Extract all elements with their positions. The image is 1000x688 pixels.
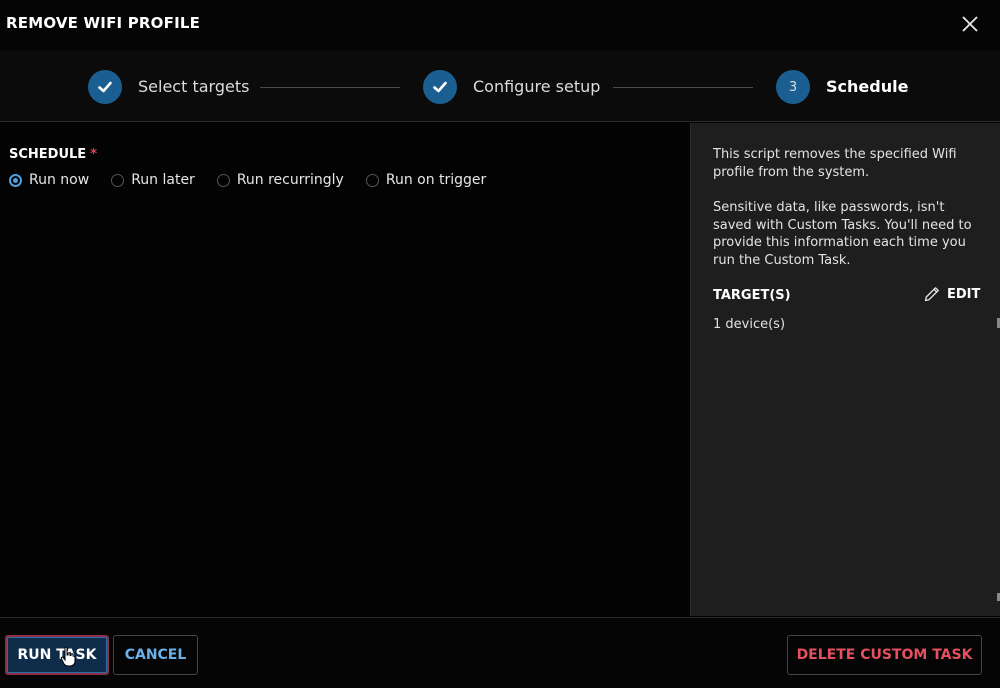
dialog-title: REMOVE WIFI PROFILE (6, 14, 201, 32)
required-marker: * (90, 147, 97, 162)
edit-label: EDIT (947, 286, 981, 302)
targets-heading: TARGET(S) (713, 288, 791, 303)
wizard-stepper: Select targets Configure setup 3 Schedul… (0, 50, 1000, 122)
radio-label: Run now (29, 172, 90, 188)
sensitive-data-note: Sensitive data, like passwords, isn't sa… (713, 200, 972, 268)
radio-selected-icon[interactable] (9, 173, 22, 187)
step-select-targets[interactable]: Select targets (138, 77, 249, 96)
step-connector (613, 87, 753, 88)
radio-run-later[interactable]: Run later (111, 172, 195, 188)
schedule-label: SCHEDULE (9, 147, 87, 162)
close-icon[interactable] (958, 12, 982, 36)
hand-pointer-icon (60, 646, 76, 672)
radio-icon[interactable] (365, 173, 379, 187)
run-task-button[interactable]: RUN TASK (5, 635, 109, 675)
radio-label: Run later (131, 172, 195, 188)
schedule-panel: SCHEDULE * Run now Run later Run recurrin… (0, 123, 690, 616)
targets-count: 1 device(s) (713, 317, 786, 332)
dialog-footer: RUN TASK CANCEL DELETE CUSTOM TASK (0, 617, 1000, 688)
cancel-button[interactable]: CANCEL (113, 635, 198, 675)
radio-icon[interactable] (111, 173, 125, 187)
step-connector (260, 87, 400, 88)
dialog-header: REMOVE WIFI PROFILE (0, 0, 1000, 50)
radio-run-recurringly[interactable]: Run recurringly (216, 172, 344, 188)
radio-label: Run recurringly (236, 172, 344, 188)
schedule-radio-group: Run now Run later Run recurringly Run on… (9, 172, 508, 188)
info-sidebar: This script removes the specified Wifi p… (690, 123, 1000, 616)
step-configure-setup[interactable]: Configure setup (473, 77, 600, 96)
radio-run-now[interactable]: Run now (9, 172, 89, 188)
step-number-badge: 3 (776, 70, 810, 104)
radio-icon[interactable] (216, 173, 230, 187)
pencil-icon (924, 287, 939, 302)
schedule-heading: SCHEDULE * (9, 147, 97, 162)
radio-label: Run on trigger (385, 172, 487, 188)
edit-targets-button[interactable]: EDIT (923, 285, 980, 303)
delete-custom-task-button[interactable]: DELETE CUSTOM TASK (787, 635, 982, 675)
task-description: This script removes the specified Wifi p… (713, 146, 983, 269)
description-text: This script removes the specified Wifi p… (713, 147, 957, 180)
step-schedule[interactable]: Schedule (826, 77, 908, 96)
radio-run-on-trigger[interactable]: Run on trigger (365, 172, 487, 188)
check-icon (88, 70, 122, 104)
check-icon (423, 70, 457, 104)
